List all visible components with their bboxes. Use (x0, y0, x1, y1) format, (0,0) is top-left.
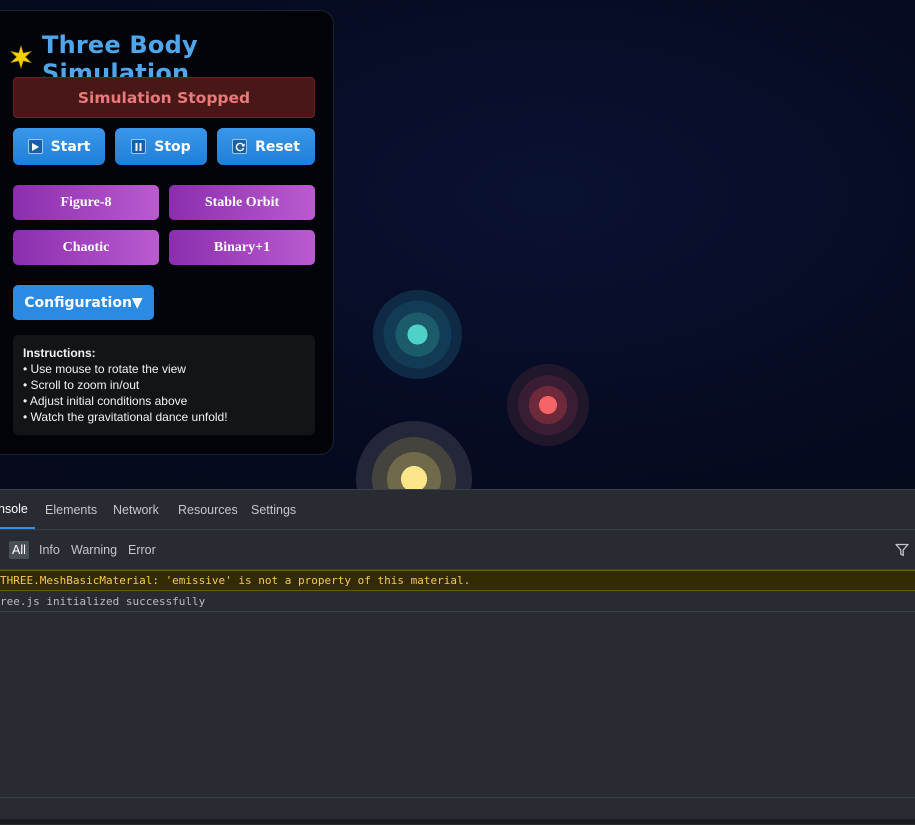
status-banner: Simulation Stopped (13, 77, 315, 118)
instructions-box: Instructions: • Use mouse to rotate the … (13, 335, 315, 435)
configuration-toggle[interactable]: Configuration▼ (13, 285, 154, 320)
tab-network[interactable]: Network (113, 490, 159, 529)
funnel-icon[interactable] (895, 543, 909, 557)
tab-elements[interactable]: Elements (45, 490, 97, 529)
instruction-item: • Scroll to zoom in/out (23, 378, 140, 392)
info-text: ree.js initialized successfully (0, 594, 206, 608)
filter-warning[interactable]: Warning (68, 541, 120, 559)
instruction-item: • Watch the gravitational dance unfold! (23, 410, 228, 424)
binary-button[interactable]: Binary+1 (169, 230, 315, 265)
bottom-bar (0, 819, 915, 824)
console-filters: All Info Warning Error (0, 530, 915, 570)
instruction-item: • Use mouse to rotate the view (23, 362, 186, 376)
play-icon (27, 139, 43, 154)
reset-button[interactable]: Reset (217, 128, 315, 165)
figure8-button[interactable]: Figure-8 (13, 185, 159, 220)
stop-label: Stop (154, 138, 191, 155)
pause-icon (131, 139, 147, 154)
tab-console[interactable]: nsole (0, 490, 35, 529)
instruction-item: • Adjust initial conditions above (23, 394, 188, 408)
start-label: Start (50, 138, 91, 155)
start-button[interactable]: Start (13, 128, 105, 165)
instructions-heading: Instructions: (23, 346, 96, 360)
star-icon (9, 44, 33, 74)
tab-resources[interactable]: Resources (178, 490, 238, 529)
devtools-panel: nsole Elements Network Resources Setting… (0, 489, 915, 825)
filter-info[interactable]: Info (36, 541, 63, 559)
console-info-entry: ree.js initialized successfully (0, 591, 915, 612)
stop-button[interactable]: Stop (115, 128, 207, 165)
body-yellow (356, 421, 472, 489)
chaotic-button[interactable]: Chaotic (13, 230, 159, 265)
console-warning-entry: THREE.MeshBasicMaterial: 'emissive' is n… (0, 570, 915, 591)
reset-label: Reset (255, 138, 300, 155)
app-title: Three Body Simulation (9, 31, 333, 87)
body-teal (373, 290, 462, 379)
filter-error[interactable]: Error (125, 541, 159, 559)
warning-text: THREE.MeshBasicMaterial: 'emissive' is n… (0, 574, 471, 587)
devtools-tabs: nsole Elements Network Resources Setting… (0, 490, 915, 530)
body-red (507, 364, 589, 446)
devtools-divider (0, 797, 915, 798)
tab-settings[interactable]: Settings (251, 490, 296, 529)
filter-all[interactable]: All (9, 541, 29, 559)
refresh-icon (232, 139, 248, 154)
stable-orbit-button[interactable]: Stable Orbit (169, 185, 315, 220)
